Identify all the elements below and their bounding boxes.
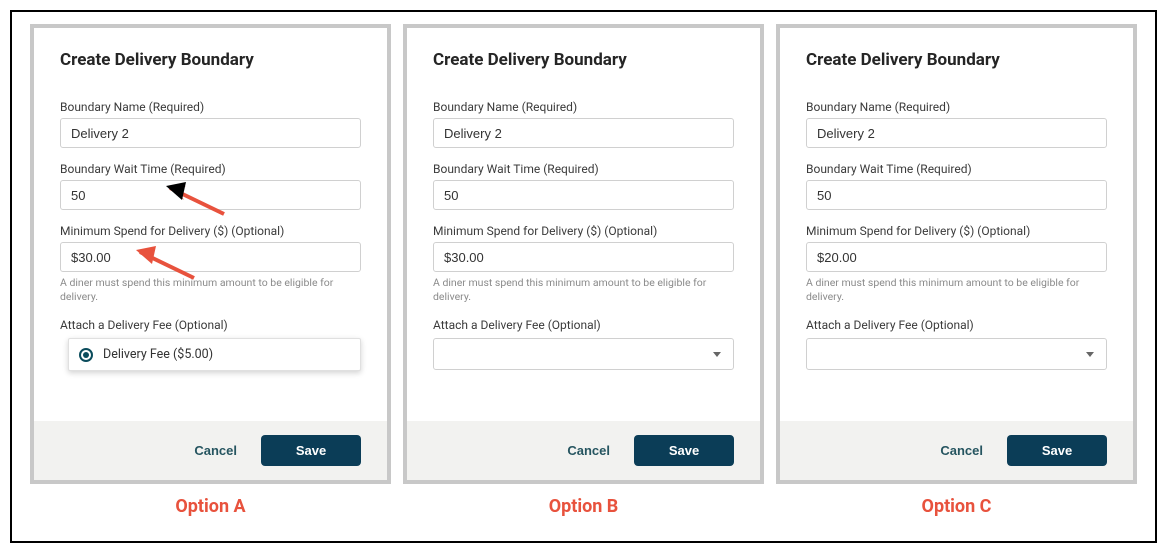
wait-time-input[interactable] xyxy=(60,180,361,210)
cancel-button[interactable]: Cancel xyxy=(940,443,983,458)
save-button[interactable]: Save xyxy=(634,435,734,466)
option-label: Option B xyxy=(549,496,619,517)
min-spend-helper: A diner must spend this minimum amount t… xyxy=(806,276,1107,304)
boundary-name-input[interactable] xyxy=(433,118,734,148)
modal-b-body: Create Delivery Boundary Boundary Name (… xyxy=(407,28,760,421)
boundary-name-label: Boundary Name (Required) xyxy=(60,100,361,114)
modal-title: Create Delivery Boundary xyxy=(60,50,361,70)
option-label: Option C xyxy=(922,496,992,517)
boundary-name-input[interactable] xyxy=(60,118,361,148)
min-spend-input[interactable] xyxy=(433,242,734,272)
modal-a-body: Create Delivery Boundary Boundary Name (… xyxy=(34,28,387,421)
wait-time-input[interactable] xyxy=(433,180,734,210)
attach-fee-dropdown[interactable] xyxy=(433,338,734,370)
modal-c-body: Create Delivery Boundary Boundary Name (… xyxy=(780,28,1133,421)
modal-b: Create Delivery Boundary Boundary Name (… xyxy=(403,24,764,484)
boundary-name-input[interactable] xyxy=(806,118,1107,148)
min-spend-label: Minimum Spend for Delivery ($) (Optional… xyxy=(60,224,361,238)
wait-time-label: Boundary Wait Time (Required) xyxy=(60,162,361,176)
chevron-down-icon xyxy=(1086,352,1094,357)
cancel-button[interactable]: Cancel xyxy=(567,443,610,458)
wait-time-label: Boundary Wait Time (Required) xyxy=(806,162,1107,176)
modal-footer: Cancel Save xyxy=(780,421,1133,480)
modal-footer: Cancel Save xyxy=(407,421,760,480)
radio-icon xyxy=(79,348,93,362)
min-spend-input[interactable] xyxy=(806,242,1107,272)
save-button[interactable]: Save xyxy=(1007,435,1107,466)
min-spend-input[interactable] xyxy=(60,242,361,272)
panel-a-col: Create Delivery Boundary Boundary Name (… xyxy=(30,24,391,529)
min-spend-label: Minimum Spend for Delivery ($) (Optional… xyxy=(806,224,1107,238)
modal-title: Create Delivery Boundary xyxy=(806,50,1107,70)
attach-fee-dropdown[interactable] xyxy=(806,338,1107,370)
boundary-name-label: Boundary Name (Required) xyxy=(806,100,1107,114)
boundary-name-label: Boundary Name (Required) xyxy=(433,100,734,114)
wait-time-input[interactable] xyxy=(806,180,1107,210)
min-spend-helper: A diner must spend this minimum amount t… xyxy=(433,276,734,304)
chevron-down-icon xyxy=(713,352,721,357)
panel-b-col: Create Delivery Boundary Boundary Name (… xyxy=(403,24,764,529)
attach-fee-label: Attach a Delivery Fee (Optional) xyxy=(433,318,734,332)
save-button[interactable]: Save xyxy=(261,435,361,466)
attach-fee-option[interactable]: Delivery Fee ($5.00) xyxy=(68,338,361,371)
cancel-button[interactable]: Cancel xyxy=(194,443,237,458)
attach-fee-label: Attach a Delivery Fee (Optional) xyxy=(60,318,361,332)
min-spend-label: Minimum Spend for Delivery ($) (Optional… xyxy=(433,224,734,238)
min-spend-helper: A diner must spend this minimum amount t… xyxy=(60,276,361,304)
option-label: Option A xyxy=(175,496,245,517)
comparison-frame: Create Delivery Boundary Boundary Name (… xyxy=(10,10,1157,543)
attach-fee-option-label: Delivery Fee ($5.00) xyxy=(103,347,213,362)
modal-footer: Cancel Save xyxy=(34,421,387,480)
modal-c: Create Delivery Boundary Boundary Name (… xyxy=(776,24,1137,484)
panel-c-col: Create Delivery Boundary Boundary Name (… xyxy=(776,24,1137,529)
wait-time-label: Boundary Wait Time (Required) xyxy=(433,162,734,176)
attach-fee-label: Attach a Delivery Fee (Optional) xyxy=(806,318,1107,332)
modal-title: Create Delivery Boundary xyxy=(433,50,734,70)
modal-a: Create Delivery Boundary Boundary Name (… xyxy=(30,24,391,484)
